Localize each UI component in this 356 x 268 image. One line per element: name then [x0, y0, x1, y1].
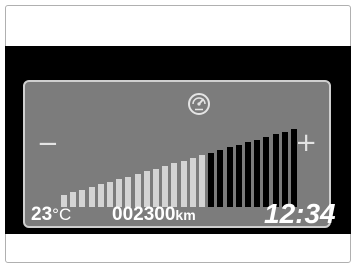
- odometer-unit: km: [175, 207, 196, 223]
- brightness-bar: [263, 136, 270, 207]
- outside-temperature: 23°C: [31, 204, 71, 226]
- dimmer-minus-button[interactable]: −: [37, 131, 59, 157]
- odometer: 002300km: [112, 204, 196, 226]
- odometer-value: 002300: [112, 204, 176, 225]
- clock: 12:34: [264, 198, 336, 229]
- brightness-bar: [272, 134, 279, 207]
- brightness-bar: [254, 139, 261, 207]
- temperature-unit: °C: [52, 205, 72, 224]
- instrument-display: − + 23°C 002300km 12:34: [5, 46, 351, 234]
- status-bar: 23°C 002300km 12:34: [5, 198, 351, 234]
- brightness-bar: [291, 129, 297, 207]
- brightness-bar: [281, 131, 288, 207]
- temperature-value: 23: [31, 204, 53, 225]
